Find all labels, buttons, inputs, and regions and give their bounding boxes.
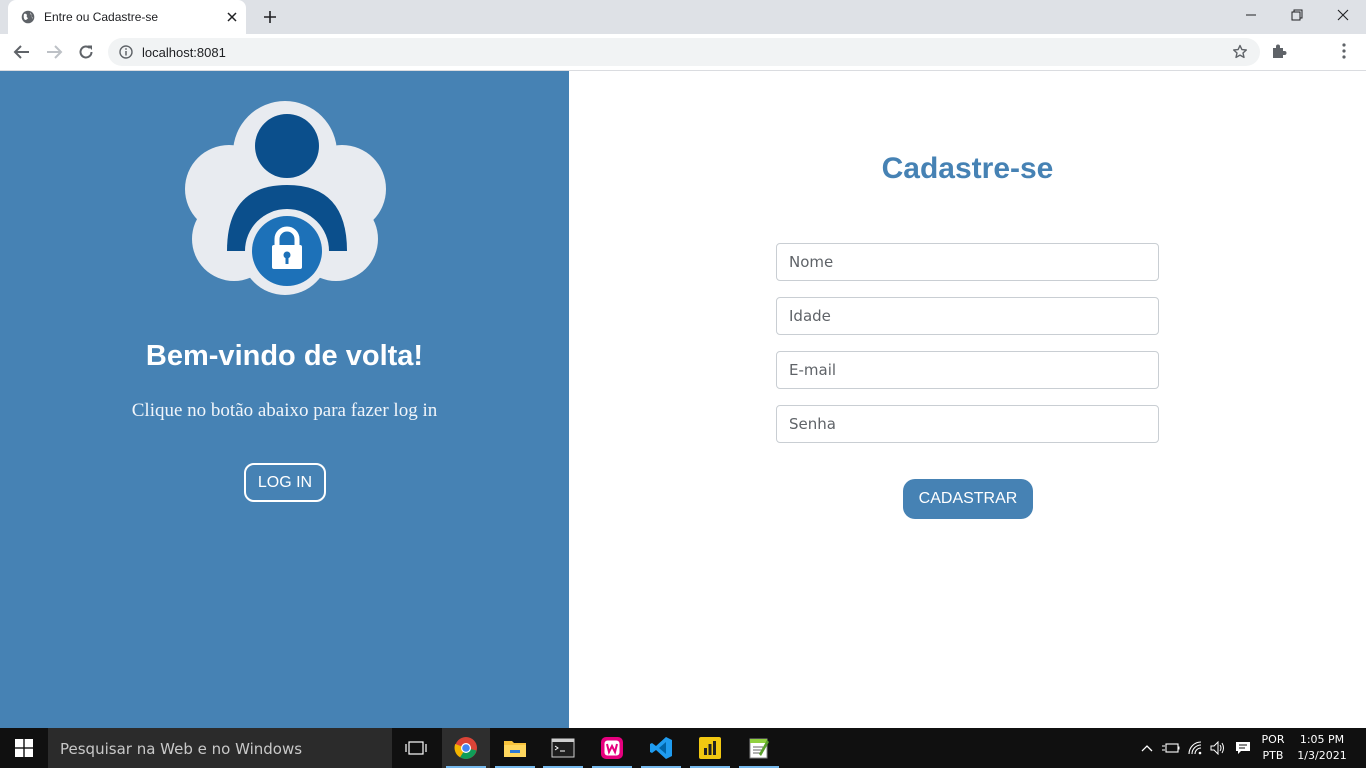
system-clock[interactable]: 1:05 PM 1/3/2021 [1294,732,1350,764]
clock-time: 1:05 PM [1299,733,1345,746]
taskbar-app-wampserver[interactable] [588,728,636,768]
battery-charging-icon [1162,743,1180,753]
power-bi-icon [699,737,721,759]
vscode-icon [650,737,672,759]
taskbar-search-placeholder: Pesquisar na Web e no Windows [60,740,303,758]
show-hidden-icons-button[interactable] [1138,728,1156,768]
extensions-puzzle-icon[interactable] [1270,42,1288,60]
language-label: POR [1261,733,1285,746]
reload-icon [79,45,93,59]
windows-logo-icon [15,739,33,757]
clock-date: 1/3/2021 [1297,749,1347,762]
close-window-button[interactable] [1320,0,1366,30]
back-button[interactable] [11,41,33,63]
taskbar-app-terminal[interactable] [539,728,587,768]
address-bar[interactable]: localhost:8081 [108,38,1260,66]
start-button[interactable] [0,728,48,768]
close-icon [1337,9,1349,21]
login-button[interactable]: LOG IN [244,463,326,502]
reload-button[interactable] [75,41,97,63]
taskbar-app-power-bi[interactable] [686,728,734,768]
name-input[interactable] [776,243,1159,281]
close-tab-icon[interactable] [224,9,240,25]
task-view-icon [405,741,427,755]
terminal-icon [551,738,575,758]
notification-icon [1236,742,1250,754]
register-button[interactable]: CADASTRAR [903,479,1033,519]
windows-taskbar: Pesquisar na Web e no Windows POR PTB 1:… [0,728,1366,768]
tab-title: Entre ou Cadastre-se [44,10,159,24]
welcome-heading: Bem-vindo de volta! [145,340,424,372]
minimize-button[interactable] [1228,0,1274,30]
register-title: Cadastre-se [881,152,1054,185]
bookmark-star-icon[interactable] [1232,44,1248,60]
taskbar-app-notepad-plus[interactable] [735,728,783,768]
task-view-button[interactable] [392,728,440,768]
volume-control[interactable] [1207,728,1229,768]
action-center-button[interactable] [1232,728,1254,768]
battery-status[interactable] [1160,728,1182,768]
new-tab-icon[interactable] [260,8,280,26]
restore-button[interactable] [1274,0,1320,30]
register-panel: Cadastre-se CADASTRAR [569,71,1366,728]
chrome-icon [454,737,477,759]
taskbar-app-file-explorer[interactable] [491,728,539,768]
page-content: Bem-vindo de volta! Clique no botão abai… [0,71,1366,728]
password-input[interactable] [776,405,1159,443]
notepad-plus-icon [749,738,769,759]
welcome-subtitle: Clique no botão abaixo para fazer log in [131,400,438,421]
chevron-up-icon [1141,745,1153,752]
welcome-panel: Bem-vindo de volta! Clique no botão abai… [0,71,569,728]
kebab-menu-icon[interactable] [1336,42,1352,60]
wampserver-icon [601,737,623,759]
email-input[interactable] [776,351,1159,389]
globe-icon [21,10,35,24]
input-language-indicator[interactable]: POR PTB [1256,732,1290,764]
file-explorer-icon [504,741,526,757]
forward-button[interactable] [43,41,65,63]
minimize-icon [1246,14,1256,16]
taskbar-app-chrome[interactable] [442,728,490,768]
taskbar-app-vscode[interactable] [637,728,685,768]
network-status[interactable] [1185,728,1207,768]
speaker-icon [1210,741,1224,755]
info-icon[interactable] [119,45,133,59]
wifi-icon [1188,741,1202,755]
user-lock-icon [185,101,386,295]
keyboard-label: PTB [1262,749,1284,762]
browser-tab-strip: Entre ou Cadastre-se [0,0,1366,34]
url-text: localhost:8081 [142,45,226,60]
taskbar-search-box[interactable]: Pesquisar na Web e no Windows [48,728,392,768]
arrow-right-icon [47,45,63,59]
age-input[interactable] [776,297,1159,335]
arrow-left-icon [13,45,29,59]
browser-tab[interactable]: Entre ou Cadastre-se [8,0,246,34]
restore-icon [1291,9,1303,21]
browser-toolbar: localhost:8081 [0,34,1366,71]
